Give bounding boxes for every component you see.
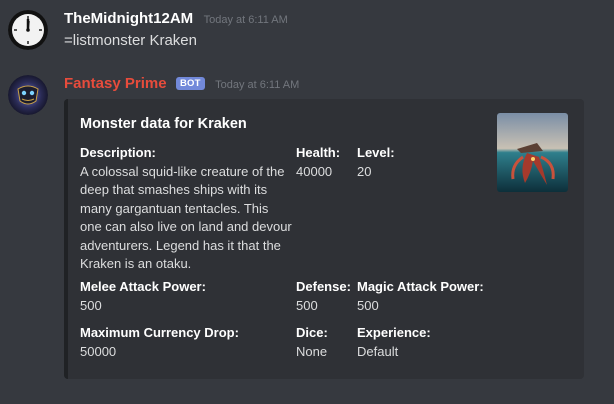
field-defense: Defense: 500 — [296, 278, 351, 315]
field-name: Experience: — [357, 325, 431, 340]
embed-color-bar — [64, 99, 68, 379]
field-name: Description: — [80, 145, 156, 160]
message-text: =listmonster Kraken — [64, 32, 197, 49]
timestamp: Today at 6:11 AM — [215, 79, 300, 91]
field-value: None — [296, 343, 328, 359]
field-health: Health: 40000 — [296, 144, 340, 181]
field-dice: Dice: None — [296, 324, 328, 361]
kraken-image[interactable] — [497, 113, 568, 192]
field-name: Melee Attack Power: — [80, 279, 206, 294]
field-value: 20 — [357, 163, 372, 179]
field-name: Magic Attack Power: — [357, 279, 484, 294]
field-magic-attack: Magic Attack Power: 500 — [357, 278, 484, 315]
field-name: Defense: — [296, 279, 351, 294]
field-value: 40000 — [296, 163, 333, 179]
field-description: Description: A colossal squid-like creat… — [80, 144, 292, 274]
mask-avatar[interactable] — [8, 75, 48, 115]
field-value: A colossal squid-like creature of the de… — [80, 163, 292, 272]
field-name: Dice: — [296, 325, 328, 340]
timestamp: Today at 6:11 AM — [203, 14, 288, 26]
field-value: 500 — [296, 297, 318, 313]
username[interactable]: TheMidnight12AM — [64, 10, 193, 27]
bot-username[interactable]: Fantasy Prime — [64, 75, 167, 92]
bot-badge: BOT — [176, 77, 205, 90]
field-value: 50000 — [80, 343, 117, 359]
field-level: Level: 20 — [357, 144, 395, 181]
field-name: Level: — [357, 145, 395, 160]
field-name: Maximum Currency Drop: — [80, 325, 239, 340]
embed-title: Monster data for Kraken — [80, 116, 247, 132]
field-value: 500 — [357, 297, 379, 313]
field-value: Default — [357, 343, 399, 359]
field-experience: Experience: Default — [357, 324, 431, 361]
clock-avatar[interactable] — [8, 10, 48, 50]
field-currency-drop: Maximum Currency Drop: 50000 — [80, 324, 239, 361]
field-melee-attack: Melee Attack Power: 500 — [80, 278, 206, 315]
monster-embed: Monster data for Kraken Description: A c… — [64, 99, 584, 379]
field-value: 500 — [80, 297, 102, 313]
field-name: Health: — [296, 145, 341, 160]
